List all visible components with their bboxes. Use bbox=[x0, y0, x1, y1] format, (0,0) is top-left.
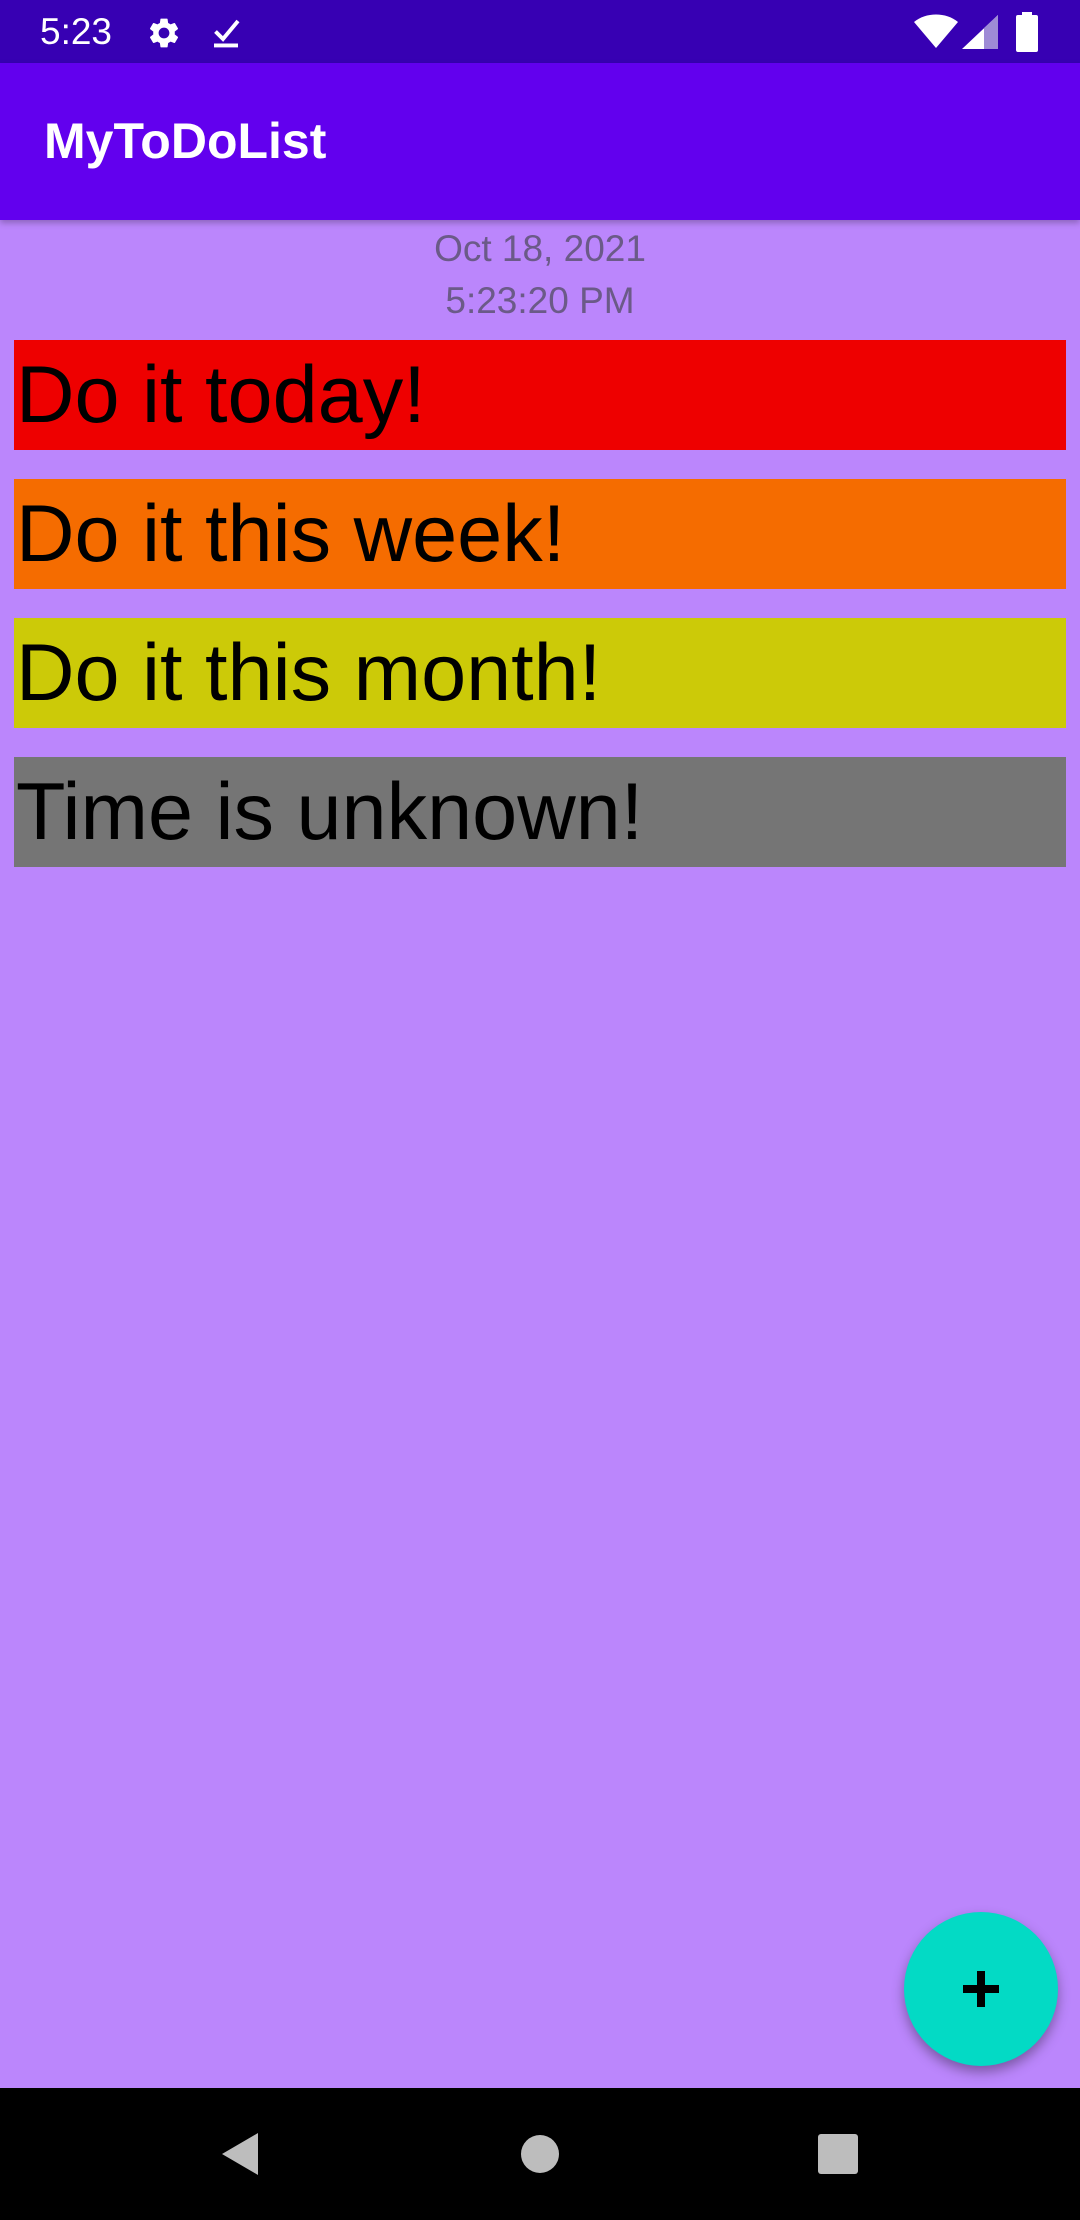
navigation-bar bbox=[0, 2088, 1080, 2220]
recents-button[interactable] bbox=[758, 2088, 918, 2220]
add-todo-button[interactable] bbox=[904, 1912, 1058, 2066]
todo-item-week[interactable]: Do it this week! bbox=[14, 479, 1066, 589]
cell-signal-icon bbox=[962, 15, 998, 49]
home-icon bbox=[521, 2135, 559, 2173]
wifi-icon bbox=[914, 14, 958, 48]
todo-item-label: Time is unknown! bbox=[16, 767, 644, 857]
home-button[interactable] bbox=[460, 2088, 620, 2220]
todo-item-label: Do it today! bbox=[16, 350, 426, 440]
back-button[interactable] bbox=[160, 2088, 320, 2220]
download-check-icon bbox=[214, 19, 240, 48]
todo-item-month[interactable]: Do it this month! bbox=[14, 618, 1066, 728]
current-time: 5:23:20 PM bbox=[445, 280, 635, 321]
back-icon bbox=[222, 2133, 258, 2175]
todo-item-today[interactable]: Do it today! bbox=[14, 340, 1066, 450]
todo-item-unknown[interactable]: Time is unknown! bbox=[14, 757, 1066, 867]
todo-item-label: Do it this month! bbox=[16, 628, 602, 718]
app-title: MyToDoList bbox=[44, 113, 327, 169]
current-date: Oct 18, 2021 bbox=[434, 228, 646, 269]
battery-icon bbox=[1016, 12, 1038, 52]
gear-icon bbox=[150, 18, 179, 48]
plus-icon bbox=[963, 1971, 999, 2007]
status-time: 5:23 bbox=[40, 11, 113, 52]
todo-item-label: Do it this week! bbox=[16, 489, 566, 579]
recents-icon bbox=[818, 2134, 858, 2174]
status-bar: 5:23 bbox=[0, 0, 1080, 63]
app-bar: MyToDoList bbox=[0, 63, 1080, 220]
